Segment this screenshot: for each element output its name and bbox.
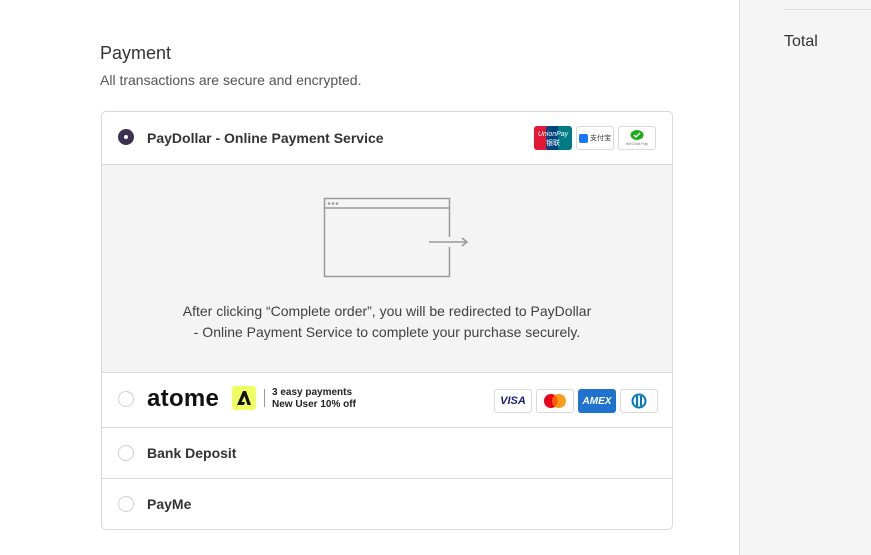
bank-deposit-label: Bank Deposit [147,445,237,461]
atome-a-icon [232,386,256,410]
paydollar-redirect-panel: After clicking “Complete order”, you wil… [102,165,672,373]
checkout-main: Payment All transactions are secure and … [0,0,739,555]
svg-text:UnionPay: UnionPay [538,131,569,138]
alipay-logo: 支付宝 [576,126,614,150]
payment-option-atome[interactable]: atome 3 easy payments New User 10% off V… [102,373,672,428]
payment-option-bank-deposit[interactable]: Bank Deposit [102,428,672,479]
wechat-icon [630,130,644,140]
payme-label: PayMe [147,496,192,512]
atome-radio[interactable] [118,391,134,407]
paydollar-radio[interactable] [118,129,134,145]
atome-logo: atome [147,385,220,412]
payment-subheading: All transactions are secure and encrypte… [100,72,362,88]
total-label: Total [784,33,818,50]
diners-logo [620,389,658,413]
payme-radio[interactable] [118,496,134,512]
bank-deposit-radio[interactable] [118,445,134,461]
paydollar-logos: UnionPay 银联 支付宝 WeChat Pay [534,126,656,150]
amex-logo: AMEX [578,389,616,413]
payment-option-payme[interactable]: PayMe [102,479,672,529]
redirect-message: After clicking “Complete order”, you wil… [182,303,592,340]
unionpay-logo: UnionPay 银联 [534,126,572,150]
wechat-pay-logo: WeChat Pay [618,126,656,150]
payment-option-paydollar[interactable]: PayDollar - Online Payment Service Union… [102,112,672,165]
summary-divider [784,9,871,10]
mastercard-logo [536,389,574,413]
payment-methods-list: PayDollar - Online Payment Service Union… [101,111,673,530]
order-summary-panel: Total [739,0,871,555]
atome-separator [264,389,265,407]
paydollar-label: PayDollar - Online Payment Service [147,130,384,146]
atome-promo: 3 easy payments New User 10% off [272,387,356,410]
alipay-icon [579,133,588,143]
browser-redirect-icon [323,197,469,278]
visa-logo: VISA [494,389,532,413]
atome-card-logos: VISA AMEX [494,389,658,413]
svg-text:银联: 银联 [546,138,560,147]
payment-heading: Payment [100,43,172,63]
